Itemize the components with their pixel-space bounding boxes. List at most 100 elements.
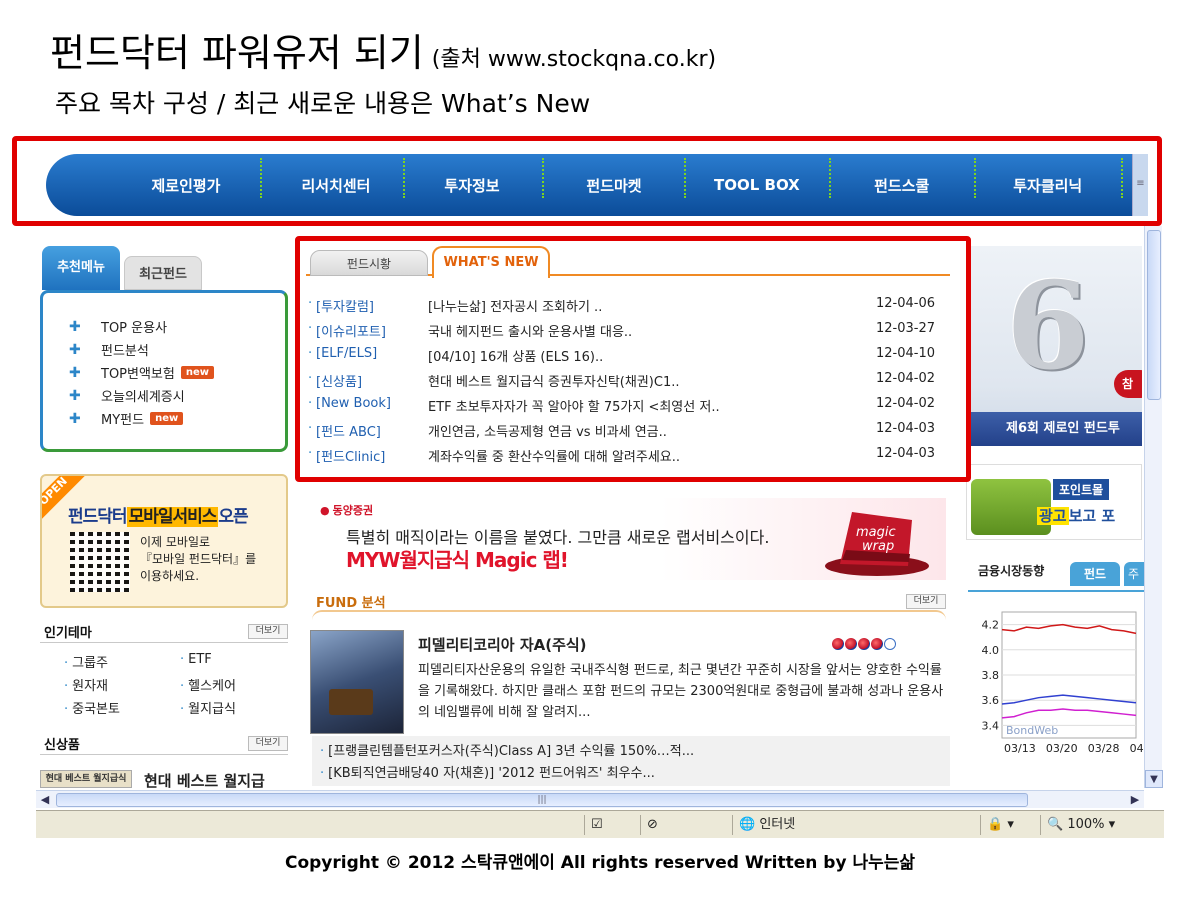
horizontal-scrollbar[interactable]: ◀ ||| ▶ bbox=[36, 790, 1144, 808]
tab-recommend-menu[interactable]: 추천메뉴 bbox=[42, 246, 120, 290]
tab-whats-new[interactable]: WHAT'S NEW bbox=[432, 246, 550, 278]
popular-theme-item[interactable]: · 월지급식 bbox=[180, 698, 236, 717]
nav-item-7[interactable]: 투자클리닉 bbox=[998, 175, 1098, 196]
zoom-level: 100% bbox=[1067, 817, 1105, 832]
news-row[interactable]: [New Book] ETF 초보투자자가 꼭 알아야 할 75가지 <최영선 저… bbox=[308, 396, 946, 421]
new-product-more-button[interactable]: 더보기 bbox=[248, 736, 288, 751]
bullet-icon: · bbox=[308, 321, 313, 336]
nav-scroll-handle[interactable]: ≡ bbox=[1132, 154, 1148, 216]
popular-theme-item[interactable]: · 그룹주 bbox=[64, 652, 108, 671]
new-product-title: 신상품 bbox=[44, 738, 80, 753]
popular-more-button[interactable]: 더보기 bbox=[248, 624, 288, 639]
status-cell: ⊘ bbox=[640, 815, 732, 835]
news-category: [ELF/ELS] bbox=[316, 346, 378, 361]
zeroin-promo-banner[interactable]: 6 참 제6회 제로인 펀드투 bbox=[966, 246, 1142, 446]
recommend-menu-item[interactable]: ✚ 펀드분석 bbox=[69, 338, 285, 361]
news-tabs: 펀드시황 WHAT'S NEW bbox=[306, 246, 950, 278]
fund-news-link[interactable]: · [프랭클린템플턴포커스자(주식)Class A] 3년 수익률 150%…적.… bbox=[320, 740, 694, 759]
news-title[interactable]: 계좌수익률 중 환산수익률에 대해 알려주세요.. bbox=[428, 446, 680, 465]
nav-item-3[interactable]: 투자정보 bbox=[422, 175, 522, 196]
nav-item-6[interactable]: 펀드스쿨 bbox=[852, 175, 952, 196]
nav-item-1[interactable]: 제로인평가 bbox=[136, 175, 236, 196]
market-line-chart: 3.4 3.6 3.8 4.0 4.2 03/13 03/20 03/28 04 BondWeb bbox=[982, 611, 1144, 755]
fund-more-button[interactable]: 더보기 bbox=[906, 594, 946, 609]
point-ad-text: 광고 보고 포 bbox=[1037, 505, 1115, 526]
news-row[interactable]: [이슈리포트] 국내 헤지펀드 출시와 운용사별 대응.. 12-03-27 · bbox=[308, 321, 946, 346]
news-title[interactable]: 현대 베스트 월지급식 증권투자신탁(채권)C1.. bbox=[428, 371, 679, 390]
fund-title[interactable]: 피델리티코리아 자A(주식) bbox=[418, 634, 587, 655]
bullet-icon: · bbox=[180, 679, 185, 694]
scroll-down-arrow-icon[interactable]: ▼ bbox=[1145, 770, 1163, 788]
mobile-service-banner[interactable]: OPEN 펀드닥터 모바일서비스 오픈 이제 모바일로 『모바일 펀드닥터』를 이용… bbox=[40, 474, 288, 608]
nav-item-4[interactable]: 펀드마켓 bbox=[564, 175, 664, 196]
tab-fund-market[interactable]: 펀드시황 bbox=[310, 250, 428, 276]
recommend-menu-item[interactable]: ✚ TOP 운용사 bbox=[69, 315, 285, 338]
new-product-thumbnail[interactable]: 현대 베스트 월지급식 bbox=[40, 770, 132, 788]
recommend-menu-item[interactable]: ✚ MY펀드 new bbox=[69, 407, 285, 430]
recommend-menu-item[interactable]: ✚ TOP변액보험 new bbox=[69, 361, 285, 384]
news-title[interactable]: 국내 헤지펀드 출시와 운용사별 대응.. bbox=[428, 321, 632, 340]
nav-separator bbox=[828, 158, 831, 198]
fund-news-link[interactable]: · [KB퇴직연금배당40 자(채혼)] '2012 펀드어워즈' 최우수... bbox=[320, 762, 655, 781]
new-badge: new bbox=[180, 366, 214, 379]
rating-dot-icon bbox=[858, 638, 870, 650]
point-mall-label: 포인트몰 bbox=[1053, 479, 1110, 500]
bullet-icon: · bbox=[64, 656, 69, 671]
zone-label: 인터넷 bbox=[759, 817, 796, 832]
recommend-menu-label: MY펀드 bbox=[101, 413, 145, 428]
recommend-menu-item[interactable]: ✚ 오늘의세계증시 bbox=[69, 384, 285, 407]
news-row[interactable]: [ELF/ELS] [04/10] 16개 상품 (ELS 16).. 12-04-… bbox=[308, 346, 946, 371]
fund-link-text: [프랭클린템플턴포커스자(주식)Class A] 3년 수익률 150%…적..… bbox=[328, 744, 695, 759]
nav-separator bbox=[684, 158, 686, 198]
vertical-scrollbar[interactable]: ▼ bbox=[1144, 226, 1163, 788]
ad-line2: MYW월지급식 Magic 랩! bbox=[346, 548, 569, 572]
bullet-icon: · bbox=[308, 446, 313, 461]
news-date: 12-04-03 bbox=[876, 446, 936, 461]
promo-red-badge: 참 bbox=[1114, 370, 1142, 398]
slide-title-text: 펀드닥터 파워유저 되기 bbox=[50, 31, 424, 75]
point-mall-ad[interactable]: 포인트몰 광고 보고 포 bbox=[966, 464, 1142, 540]
news-title[interactable]: [04/10] 16개 상품 (ELS 16).. bbox=[428, 346, 603, 365]
zoom-control[interactable]: 🔍 100% ▾ bbox=[1040, 815, 1152, 835]
ad-banner[interactable]: 동양증권 특별히 매직이라는 이름을 붙였다. 그만큼 새로운 랩서비스이다. … bbox=[312, 498, 946, 580]
news-row[interactable]: [신상품] 현대 베스트 월지급식 증권투자신탁(채권)C1.. 12-04-02 · bbox=[308, 371, 946, 396]
news-row[interactable]: [투자칼럼] [나누는삶] 전자공시 조회하기 .. 12-04-06 · bbox=[308, 296, 946, 321]
tab-market-fund[interactable]: 펀드 bbox=[1070, 562, 1120, 586]
news-row[interactable]: [펀드Clinic] 계좌수익률 중 환산수익률에 대해 알려주세요.. 12-04… bbox=[308, 446, 946, 471]
popup-block-icon[interactable]: ⊘ bbox=[647, 817, 658, 832]
main-nav: 제로인평가리서치센터투자정보펀드마켓TOOL BOX펀드스쿨투자클리닉플랜닥터 … bbox=[46, 154, 1148, 216]
whats-new-list: [투자칼럼] [나누는삶] 전자공시 조회하기 .. 12-04-06 · [이슈리포트… bbox=[308, 296, 946, 471]
scroll-right-arrow-icon[interactable]: ▶ bbox=[1126, 791, 1144, 809]
popular-theme-item[interactable]: · 중국본토 bbox=[64, 698, 120, 717]
popular-theme-item[interactable]: · 헬스케어 bbox=[180, 675, 236, 694]
news-title[interactable]: 개인연금, 소득공제형 연금 vs 비과세 연금.. bbox=[428, 421, 667, 440]
news-date: 12-04-10 bbox=[876, 346, 936, 361]
nav-separator bbox=[973, 158, 976, 198]
slide-source: (출처 www.stockqna.co.kr) bbox=[431, 47, 717, 72]
news-row[interactable]: [펀드 ABC] 개인연금, 소득공제형 연금 vs 비과세 연금.. 12-04-… bbox=[308, 421, 946, 446]
nav-item-5[interactable]: TOOL BOX bbox=[706, 176, 808, 194]
nav-item-8[interactable]: 플랜닥터 bbox=[1146, 175, 1164, 196]
market-trend-title: 금융시장동향 bbox=[978, 564, 1045, 578]
popular-theme-item[interactable]: · ETF bbox=[180, 652, 212, 667]
vertical-scroll-thumb[interactable] bbox=[1147, 230, 1161, 400]
news-title[interactable]: [나누는삶] 전자공시 조회하기 .. bbox=[428, 296, 602, 315]
popular-theme-item[interactable]: · 원자재 bbox=[64, 675, 108, 694]
tab-recent-funds[interactable]: 최근펀드 bbox=[124, 256, 202, 290]
horizontal-scroll-thumb[interactable]: ||| bbox=[56, 793, 1028, 807]
new-product-link[interactable]: 현대 베스트 월지급 bbox=[144, 770, 265, 791]
nav-separator bbox=[1120, 158, 1123, 198]
scroll-left-arrow-icon[interactable]: ◀ bbox=[36, 791, 54, 809]
popular-theme-label: 헬스케어 bbox=[188, 679, 236, 694]
rating-dot-icon bbox=[884, 638, 896, 650]
nav-item-2[interactable]: 리서치센터 bbox=[286, 175, 386, 196]
fund-section-line bbox=[312, 610, 946, 620]
security-cell[interactable]: 🔒 ▾ bbox=[980, 815, 1040, 835]
mobile-title-part-c: 오픈 bbox=[218, 507, 248, 527]
plus-icon: ✚ bbox=[69, 318, 81, 335]
new-badge: new bbox=[150, 412, 184, 425]
news-title[interactable]: ETF 초보투자자가 꼭 알아야 할 75가지 <최영선 저.. bbox=[428, 396, 720, 415]
slide-subtitle: 주요 목차 구성 / 최근 새로운 내용은 What’s New bbox=[55, 89, 591, 118]
tab-market-stock[interactable]: 주 bbox=[1124, 562, 1144, 586]
fund-photo[interactable] bbox=[310, 630, 404, 734]
